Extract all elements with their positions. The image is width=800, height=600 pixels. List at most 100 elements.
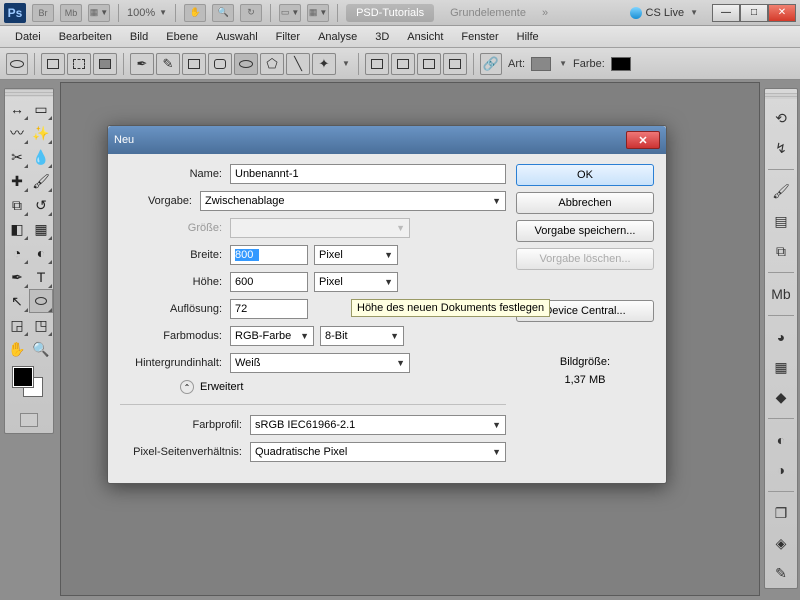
brush-tool[interactable]: 🖌 [29,169,53,193]
preset-select[interactable]: Zwischenablage▼ [200,191,506,211]
ellipse-shape-icon[interactable] [234,53,258,75]
stamp-tool[interactable]: ⧉ [5,193,29,217]
menu-bearbeiten[interactable]: Bearbeiten [50,28,121,46]
adjust-panel-icon[interactable]: ◐ [770,429,792,451]
shape-layer-mode[interactable] [41,53,65,75]
shape-options-arrow[interactable]: ▼ [338,53,352,75]
height-input[interactable] [230,272,308,292]
3d-tool[interactable]: ◲ [5,313,29,337]
menu-ebene[interactable]: Ebene [157,28,207,46]
freeform-pen-icon[interactable]: ✎ [156,53,180,75]
crop-tool[interactable]: ✂ [5,145,29,169]
dodge-tool[interactable]: ◐ [29,241,53,265]
window-minimize[interactable]: — [712,4,740,22]
masks-panel-icon[interactable]: ◑ [770,459,792,481]
wand-tool[interactable]: ✨ [29,121,53,145]
menu-bild[interactable]: Bild [121,28,157,46]
clonesrc-panel-icon[interactable]: ⧉ [770,240,792,262]
hand-tool[interactable]: ✋ [5,337,29,361]
cs-live-button[interactable]: CS Live▼ [630,7,698,19]
resolution-input[interactable] [230,299,308,319]
panel-grip[interactable] [765,93,797,99]
dialog-titlebar[interactable]: Neu ✕ [108,126,666,154]
save-preset-button[interactable]: Vorgabe speichern... [516,220,654,242]
rect-shape-icon[interactable] [182,53,206,75]
swatches-panel-icon[interactable]: ▦ [770,356,792,378]
zoom-level[interactable]: 100%▼ [127,7,167,19]
toolbox-grip[interactable] [5,89,53,97]
polygon-shape-icon[interactable]: ⬠ [260,53,284,75]
history-brush-tool[interactable]: ↺ [29,193,53,217]
zoom-toggle[interactable]: 🔍 [212,4,234,22]
workspace-more-icon[interactable]: » [542,7,548,19]
dialog-close-button[interactable]: ✕ [626,131,660,149]
color-panel-icon[interactable]: ◕ [770,326,792,348]
pen-tool[interactable]: ✒ [5,265,29,289]
workspace-tab-active[interactable]: PSD-Tutorials [346,4,434,22]
custom-shape-icon[interactable]: ✦ [312,53,336,75]
screen-mode-button[interactable]: ▦▼ [88,4,110,22]
colorprofile-select[interactable]: sRGB IEC61966-2.1▼ [250,415,506,435]
link-icon[interactable]: 🔗 [480,53,502,75]
channels-panel-icon[interactable]: ◈ [770,532,792,554]
brushpresets-panel-icon[interactable]: ▤ [770,210,792,232]
3d-camera-tool[interactable]: ◳ [29,313,53,337]
eyedropper-tool[interactable]: 💧 [29,145,53,169]
hand-toggle[interactable]: ✋ [184,4,206,22]
quickmask-toggle[interactable] [5,409,53,433]
type-tool[interactable]: T [29,265,53,289]
shape-tool[interactable] [29,289,53,313]
path-mode[interactable] [67,53,91,75]
history-panel-icon[interactable]: ⟲ [770,107,792,129]
lasso-tool[interactable]: 〰 [5,121,29,145]
paths-panel-icon[interactable]: ✎ [770,562,792,584]
minibridge-panel-icon[interactable]: Mb [770,283,792,305]
width-input[interactable] [230,245,308,265]
name-input[interactable] [230,164,506,184]
blur-tool[interactable]: ◔ [5,241,29,265]
path-combine-icon[interactable] [365,53,389,75]
layers-panel-icon[interactable]: ❐ [770,502,792,524]
path-subtract-icon[interactable] [391,53,415,75]
height-unit-select[interactable]: Pixel▼ [314,272,398,292]
fill-mode[interactable] [93,53,117,75]
move-tool[interactable]: ↔ [5,97,29,121]
eraser-tool[interactable]: ◧ [5,217,29,241]
bitdepth-select[interactable]: 8-Bit▼ [320,326,404,346]
arrange-button[interactable]: ▭▼ [279,4,301,22]
roundrect-shape-icon[interactable] [208,53,232,75]
window-close[interactable]: ✕ [768,4,796,22]
tool-preset[interactable] [6,53,28,75]
bridge-button[interactable]: Br [32,4,54,22]
rotate-toggle[interactable]: ↻ [240,4,262,22]
menu-analyse[interactable]: Analyse [309,28,366,46]
actions-panel-icon[interactable]: ↯ [770,137,792,159]
style-swatch[interactable] [531,57,551,71]
workspace-tab[interactable]: Grundelemente [440,4,536,22]
path-exclude-icon[interactable] [443,53,467,75]
menu-filter[interactable]: Filter [267,28,309,46]
width-unit-select[interactable]: Pixel▼ [314,245,398,265]
path-select-tool[interactable]: ↖ [5,289,29,313]
menu-ansicht[interactable]: Ansicht [398,28,452,46]
menu-fenster[interactable]: Fenster [452,28,507,46]
menu-auswahl[interactable]: Auswahl [207,28,267,46]
background-select[interactable]: Weiß▼ [230,353,410,373]
brushes-panel-icon[interactable]: 🖌 [770,180,792,202]
zoom-tool[interactable]: 🔍 [29,337,53,361]
pixelaspect-select[interactable]: Quadratische Pixel▼ [250,442,506,462]
healing-tool[interactable]: ✚ [5,169,29,193]
advanced-toggle[interactable]: ⌃ Erweitert [180,380,506,394]
colormode-select[interactable]: RGB-Farbe▼ [230,326,314,346]
styles-panel-icon[interactable]: ◆ [770,386,792,408]
color-swatch[interactable] [611,57,631,71]
line-shape-icon[interactable]: ╲ [286,53,310,75]
menu-datei[interactable]: Datei [6,28,50,46]
cancel-button[interactable]: Abbrechen [516,192,654,214]
minibridge-button[interactable]: Mb [60,4,82,22]
extras-button[interactable]: ▦▼ [307,4,329,22]
pen-icon[interactable]: ✒ [130,53,154,75]
foreground-color[interactable] [13,367,33,387]
color-picker[interactable] [9,365,49,405]
menu-hilfe[interactable]: Hilfe [508,28,548,46]
